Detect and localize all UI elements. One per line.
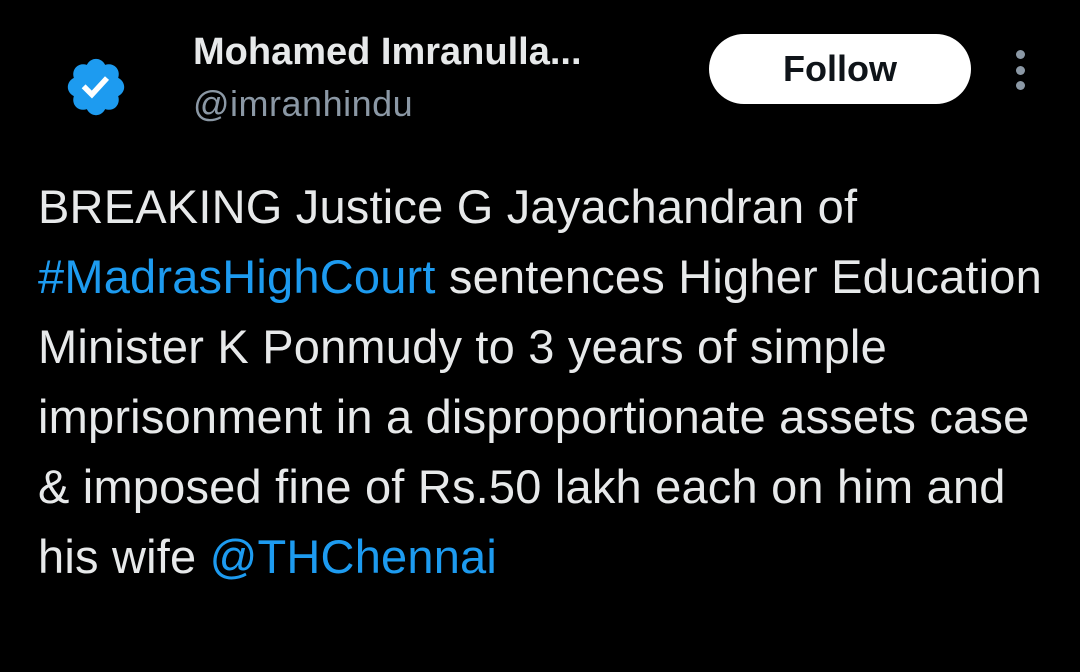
mention-link[interactable]: @THChennai — [210, 530, 497, 583]
verified-badge-icon — [63, 54, 129, 120]
hashtag-link[interactable]: #MadrasHighCourt — [38, 250, 436, 303]
follow-button[interactable]: Follow — [709, 34, 971, 104]
tweet-text: BREAKING Justice G Jayachandran of #Madr… — [38, 172, 1048, 592]
more-options-button[interactable] — [1004, 50, 1036, 90]
author-handle[interactable]: @imranhindu — [193, 82, 693, 126]
author-display-name[interactable]: Mohamed Imranulla... — [193, 30, 663, 74]
author-names: Mohamed Imranulla... @imranhindu — [193, 30, 693, 126]
tweet-header: Mohamed Imranulla... @imranhindu Follow — [0, 0, 1080, 150]
tweet-text-part-1: BREAKING Justice G Jayachandran of — [38, 180, 858, 233]
vertical-ellipsis-icon-dot-2 — [1015, 65, 1025, 75]
vertical-ellipsis-icon — [1015, 50, 1025, 59]
vertical-ellipsis-icon-dot-3 — [1015, 81, 1025, 90]
